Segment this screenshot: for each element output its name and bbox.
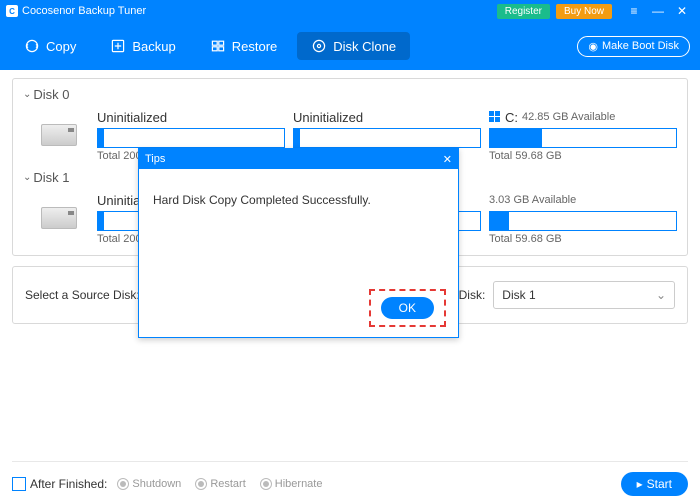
- app-logo-icon: C: [6, 5, 18, 17]
- start-button[interactable]: ▸ Start: [621, 472, 688, 496]
- tab-copy[interactable]: Copy: [10, 32, 90, 60]
- minimize-icon[interactable]: —: [650, 3, 666, 19]
- start-label: Start: [647, 477, 672, 491]
- disk-name-0: Disk 0: [33, 87, 69, 102]
- target-disk-select[interactable]: Disk 1 ⌄: [493, 281, 675, 309]
- make-boot-disk-label: Make Boot Disk: [602, 40, 679, 52]
- after-finished-label: After Finished:: [30, 477, 107, 491]
- partition-label: 3.03 GB Available: [489, 191, 677, 209]
- ok-highlight: OK: [369, 289, 446, 327]
- after-finished-options: Shutdown Restart Hibernate: [117, 478, 322, 490]
- register-button[interactable]: Register: [497, 4, 550, 19]
- partition-bar: [489, 211, 677, 231]
- radio-hibernate[interactable]: Hibernate: [260, 478, 323, 490]
- tab-disk-clone[interactable]: Disk Clone: [297, 32, 410, 60]
- dialog-titlebar: Tips ✕: [139, 149, 458, 169]
- tab-copy-label: Copy: [46, 39, 76, 54]
- hard-disk-icon: [41, 207, 77, 229]
- chevron-down-icon: ⌄: [23, 89, 31, 100]
- radio-restart[interactable]: Restart: [195, 478, 245, 490]
- radio-icon: [260, 478, 272, 490]
- backup-icon: [110, 38, 126, 54]
- partition-sub: Total 59.68 GB: [489, 233, 677, 245]
- ok-button[interactable]: OK: [381, 297, 434, 319]
- close-icon[interactable]: ✕: [674, 3, 690, 19]
- after-finished-checkbox[interactable]: [12, 477, 26, 491]
- partition-bar: [97, 128, 285, 148]
- partition-label: Uninitialized: [97, 108, 285, 126]
- tab-backup[interactable]: Backup: [96, 32, 189, 60]
- disk-clone-icon: [311, 38, 327, 54]
- app-title: Cocosenor Backup Tuner: [22, 5, 146, 17]
- target-disk-value: Disk 1: [502, 288, 535, 302]
- chevron-down-icon: ⌄: [656, 288, 666, 302]
- radio-icon: [195, 478, 207, 490]
- chevron-down-icon: ⌄: [23, 172, 31, 183]
- partition-sub: Total 59.68 GB: [489, 150, 677, 162]
- footer-bar: After Finished: Shutdown Restart Hiberna…: [12, 461, 688, 496]
- partition[interactable]: C:42.85 GB Available Total 59.68 GB: [489, 108, 677, 162]
- menu-icon[interactable]: ≡: [626, 3, 642, 19]
- partition[interactable]: 3.03 GB Available Total 59.68 GB: [489, 191, 677, 245]
- make-boot-disk-button[interactable]: ◉ Make Boot Disk: [577, 36, 690, 57]
- radio-icon: [117, 478, 129, 490]
- disk-header-0[interactable]: ⌄ Disk 0: [23, 87, 677, 102]
- dialog-close-icon[interactable]: ✕: [443, 153, 452, 166]
- partition-bar: [489, 128, 677, 148]
- copy-icon: [24, 38, 40, 54]
- play-icon: ▸: [637, 477, 643, 491]
- main-toolbar: Copy Backup Restore Disk Clone ◉ Make Bo…: [0, 22, 700, 70]
- windows-icon: [489, 111, 501, 123]
- dialog-message: Hard Disk Copy Completed Successfully.: [139, 169, 458, 217]
- hard-disk-icon: [41, 124, 77, 146]
- partition-label: C:42.85 GB Available: [489, 108, 677, 126]
- tab-restore-label: Restore: [232, 39, 278, 54]
- partition-bar: [293, 128, 481, 148]
- dialog-title: Tips: [145, 153, 165, 165]
- buy-now-button[interactable]: Buy Now: [556, 4, 612, 19]
- disk-name-1: Disk 1: [33, 170, 69, 185]
- source-disk-label: Select a Source Disk:: [25, 288, 140, 302]
- radio-shutdown[interactable]: Shutdown: [117, 478, 181, 490]
- tab-backup-label: Backup: [132, 39, 175, 54]
- tab-restore[interactable]: Restore: [196, 32, 292, 60]
- titlebar: C Cocosenor Backup Tuner Register Buy No…: [0, 0, 700, 22]
- restore-icon: [210, 38, 226, 54]
- tips-dialog: Tips ✕ Hard Disk Copy Completed Successf…: [138, 148, 459, 338]
- boot-disk-icon: ◉: [588, 40, 598, 53]
- tab-disk-clone-label: Disk Clone: [333, 39, 396, 54]
- partition-label: Uninitialized: [293, 108, 481, 126]
